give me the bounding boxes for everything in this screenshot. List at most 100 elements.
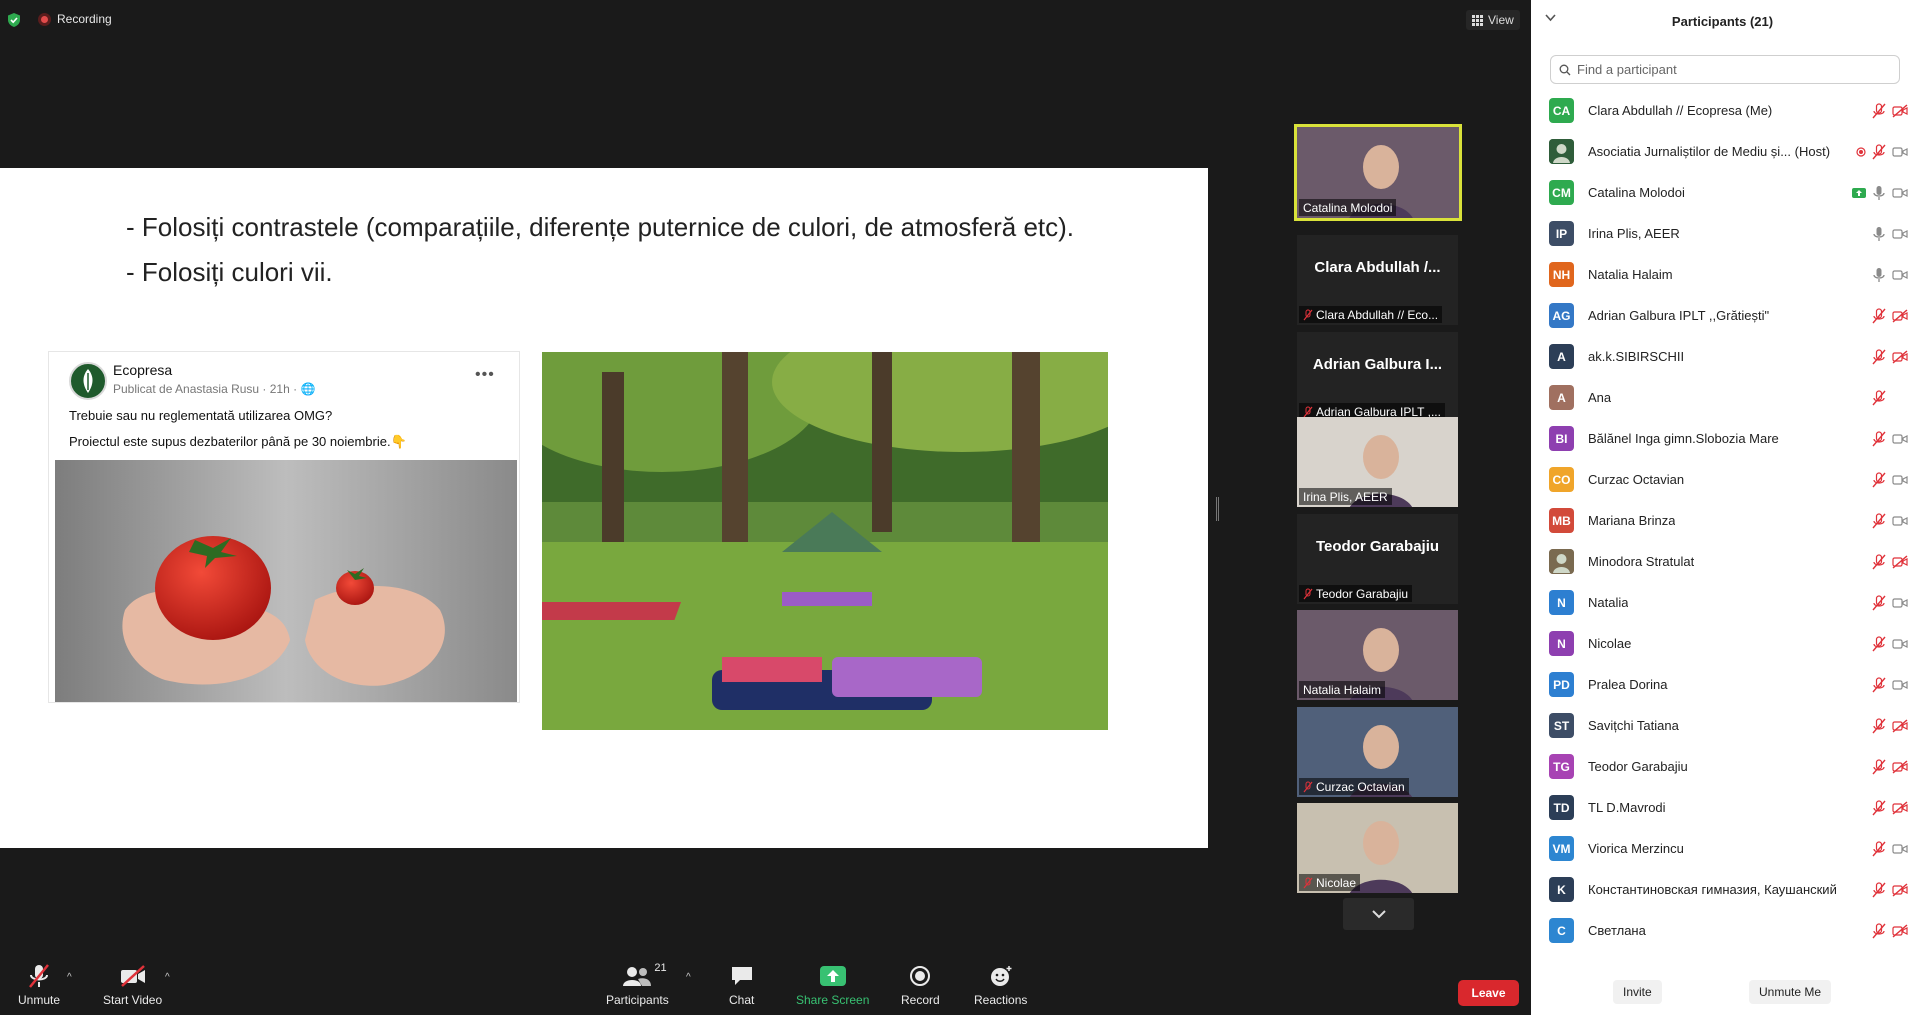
gallery-scroll-down-button[interactable] xyxy=(1343,898,1414,930)
video-off-icon xyxy=(1892,759,1908,774)
participant-list-item[interactable]: VM Viorica Merzincu xyxy=(1531,828,1914,869)
participant-list-item[interactable]: CO Curzac Octavian xyxy=(1531,459,1914,500)
video-off-icon xyxy=(1892,718,1908,733)
screen-share-status-icon xyxy=(1852,187,1866,198)
participant-list-item[interactable]: N Nicolae xyxy=(1531,623,1914,664)
participant-list-item[interactable]: MB Mariana Brinza xyxy=(1531,500,1914,541)
participant-video-tile[interactable]: Clara Abdullah /... Clara Abdullah // Eco… xyxy=(1297,235,1458,325)
participant-name: Catalina Molodoi xyxy=(1303,200,1393,215)
participant-list-item[interactable]: TD TL D.Mavrodi xyxy=(1531,787,1914,828)
avatar: VM xyxy=(1549,836,1574,861)
profile-picture-icon xyxy=(1549,549,1574,574)
participant-video-tile[interactable]: Irina Plis, AEER xyxy=(1297,417,1458,507)
avatar: NH xyxy=(1549,262,1574,287)
participants-button[interactable]: 21 Participants xyxy=(606,960,669,1007)
participant-list-item[interactable]: CA Clara Abdullah // Ecopresa (Me) xyxy=(1531,90,1914,131)
participant-status-icons xyxy=(1852,185,1908,201)
participant-video-tile[interactable]: Curzac Octavian xyxy=(1297,707,1458,797)
participant-search-input[interactable] xyxy=(1577,62,1877,77)
participant-video-tile[interactable]: Adrian Galbura I... Adrian Galbura IPLT ,… xyxy=(1297,332,1458,422)
share-screen-button[interactable]: Share Screen xyxy=(796,960,869,1007)
avatar: TG xyxy=(1549,754,1574,779)
participant-status-icons xyxy=(1872,267,1908,283)
unmute-me-button[interactable]: Unmute Me xyxy=(1749,980,1832,1004)
participant-name: TL D.Mavrodi xyxy=(1588,800,1666,815)
muted-mic-icon xyxy=(1872,307,1886,323)
record-button[interactable]: Record xyxy=(901,960,940,1007)
video-options-caret[interactable]: ^ xyxy=(165,972,170,983)
video-camera-icon xyxy=(1892,146,1908,157)
participant-video-tile[interactable]: Natalia Halaim xyxy=(1297,610,1458,700)
unmute-button[interactable]: Unmute xyxy=(18,960,60,1007)
bullet-text: Folosiți culori vii. xyxy=(141,257,333,287)
participant-list-item[interactable]: K Константиновская гимназия, Каушанский р… xyxy=(1531,869,1914,910)
chat-button[interactable]: Chat xyxy=(729,960,754,1007)
start-video-label: Start Video xyxy=(103,993,163,1007)
muted-mic-icon xyxy=(1872,102,1886,118)
participant-video-tile[interactable]: Nicolae xyxy=(1297,803,1458,893)
bullet-marker: - xyxy=(126,257,135,287)
avatar: BI xyxy=(1549,426,1574,451)
leave-button[interactable]: Leave xyxy=(1458,980,1519,1006)
shield-icon[interactable] xyxy=(6,12,22,28)
muted-mic-icon xyxy=(1872,717,1886,733)
participant-name-label: Teodor Garabajiu xyxy=(1299,585,1413,602)
participant-list-item[interactable]: PD Pralea Dorina xyxy=(1531,664,1914,705)
participant-list-item[interactable]: CM Catalina Molodoi xyxy=(1531,172,1914,213)
audio-options-caret[interactable]: ^ xyxy=(67,972,72,983)
muted-mic-icon xyxy=(1872,922,1886,938)
participants-options-caret[interactable]: ^ xyxy=(686,972,691,983)
participants-panel: Participants (21) CAClara Abdullah // Ec… xyxy=(1531,0,1914,1015)
participant-list-item[interactable]: Minodora Stratulat xyxy=(1531,541,1914,582)
participant-list-item[interactable]: Asociatia Jurnaliștilor de Mediu și... (… xyxy=(1531,131,1914,172)
invite-button[interactable]: Invite xyxy=(1613,980,1662,1004)
view-button[interactable]: View xyxy=(1466,10,1520,30)
recording-indicator[interactable]: Recording xyxy=(38,12,112,26)
participant-list-item[interactable]: TG Teodor Garabajiu xyxy=(1531,746,1914,787)
record-label: Record xyxy=(901,993,940,1007)
participants-panel-title: Participants (21) xyxy=(1671,14,1774,29)
participant-display-name: Clara Abdullah /... xyxy=(1314,259,1441,276)
participant-name: Bălănel Inga gimn.Slobozia Mare xyxy=(1588,431,1779,446)
record-dot-icon xyxy=(38,12,51,26)
start-video-button[interactable]: Start Video xyxy=(103,960,162,1007)
participant-video-tile[interactable]: Catalina Molodoi xyxy=(1294,124,1462,221)
slide-bullet-contrasts: - Folosiți contrastele (comparațiile, di… xyxy=(126,212,1074,243)
muted-mic-icon xyxy=(1872,594,1886,610)
share-screen-icon xyxy=(819,960,846,992)
participant-name: Teodor Garabajiu xyxy=(1316,586,1409,601)
video-camera-icon xyxy=(1892,269,1908,280)
participants-panel-header: Participants (21) xyxy=(1531,0,1914,44)
participant-name: Curzac Octavian xyxy=(1316,779,1405,794)
participant-status-icons xyxy=(1872,471,1908,488)
meeting-top-bar: Recording View xyxy=(0,0,1531,40)
more-options-icon: ••• xyxy=(475,366,495,383)
participant-name: Teodor Garabajiu xyxy=(1588,759,1688,774)
participant-search-box[interactable] xyxy=(1550,55,1900,84)
participant-status-icons xyxy=(1872,226,1908,242)
participant-list-item[interactable]: ST Savițchi Tatiana xyxy=(1531,705,1914,746)
participant-status-icons xyxy=(1872,348,1908,365)
muted-mic-icon xyxy=(1303,877,1313,888)
participant-list-item[interactable]: IP Irina Plis, AEER xyxy=(1531,213,1914,254)
participant-display-name: Teodor Garabajiu xyxy=(1315,538,1440,555)
reactions-button[interactable]: Reactions xyxy=(974,960,1027,1007)
participant-list-item[interactable]: N Natalia xyxy=(1531,582,1914,623)
participant-list-item[interactable]: Aak.k.SIBIRSCHII xyxy=(1531,336,1914,377)
participant-list-item[interactable]: BI Bălănel Inga gimn.Slobozia Mare xyxy=(1531,418,1914,459)
participant-name: Clara Abdullah // Eco... xyxy=(1316,307,1439,322)
fb-page-name: Ecopresa xyxy=(113,362,173,378)
participant-video-tile[interactable]: Teodor Garabajiu Teodor Garabajiu xyxy=(1297,514,1458,604)
participant-name: ak.k.SIBIRSCHII xyxy=(1588,349,1685,364)
participant-status-icons xyxy=(1872,553,1908,570)
mic-icon xyxy=(1873,267,1885,282)
participant-list-item[interactable]: AG Adrian Galbura IPLT ,,Grătiești" xyxy=(1531,295,1914,336)
participant-list-item[interactable]: A Ana xyxy=(1531,377,1914,418)
participant-list-item[interactable]: NH Natalia Halaim xyxy=(1531,254,1914,295)
participant-list-item[interactable]: C Светлана xyxy=(1531,910,1914,951)
avatar: K xyxy=(1549,877,1574,902)
video-off-icon xyxy=(1892,103,1908,118)
meeting-toolbar: Unmute ^ Start Video ^ 21 Participants ^… xyxy=(0,960,1531,1015)
panel-resize-handle[interactable] xyxy=(1216,497,1219,521)
participant-name: Natalia Halaim xyxy=(1303,682,1382,697)
